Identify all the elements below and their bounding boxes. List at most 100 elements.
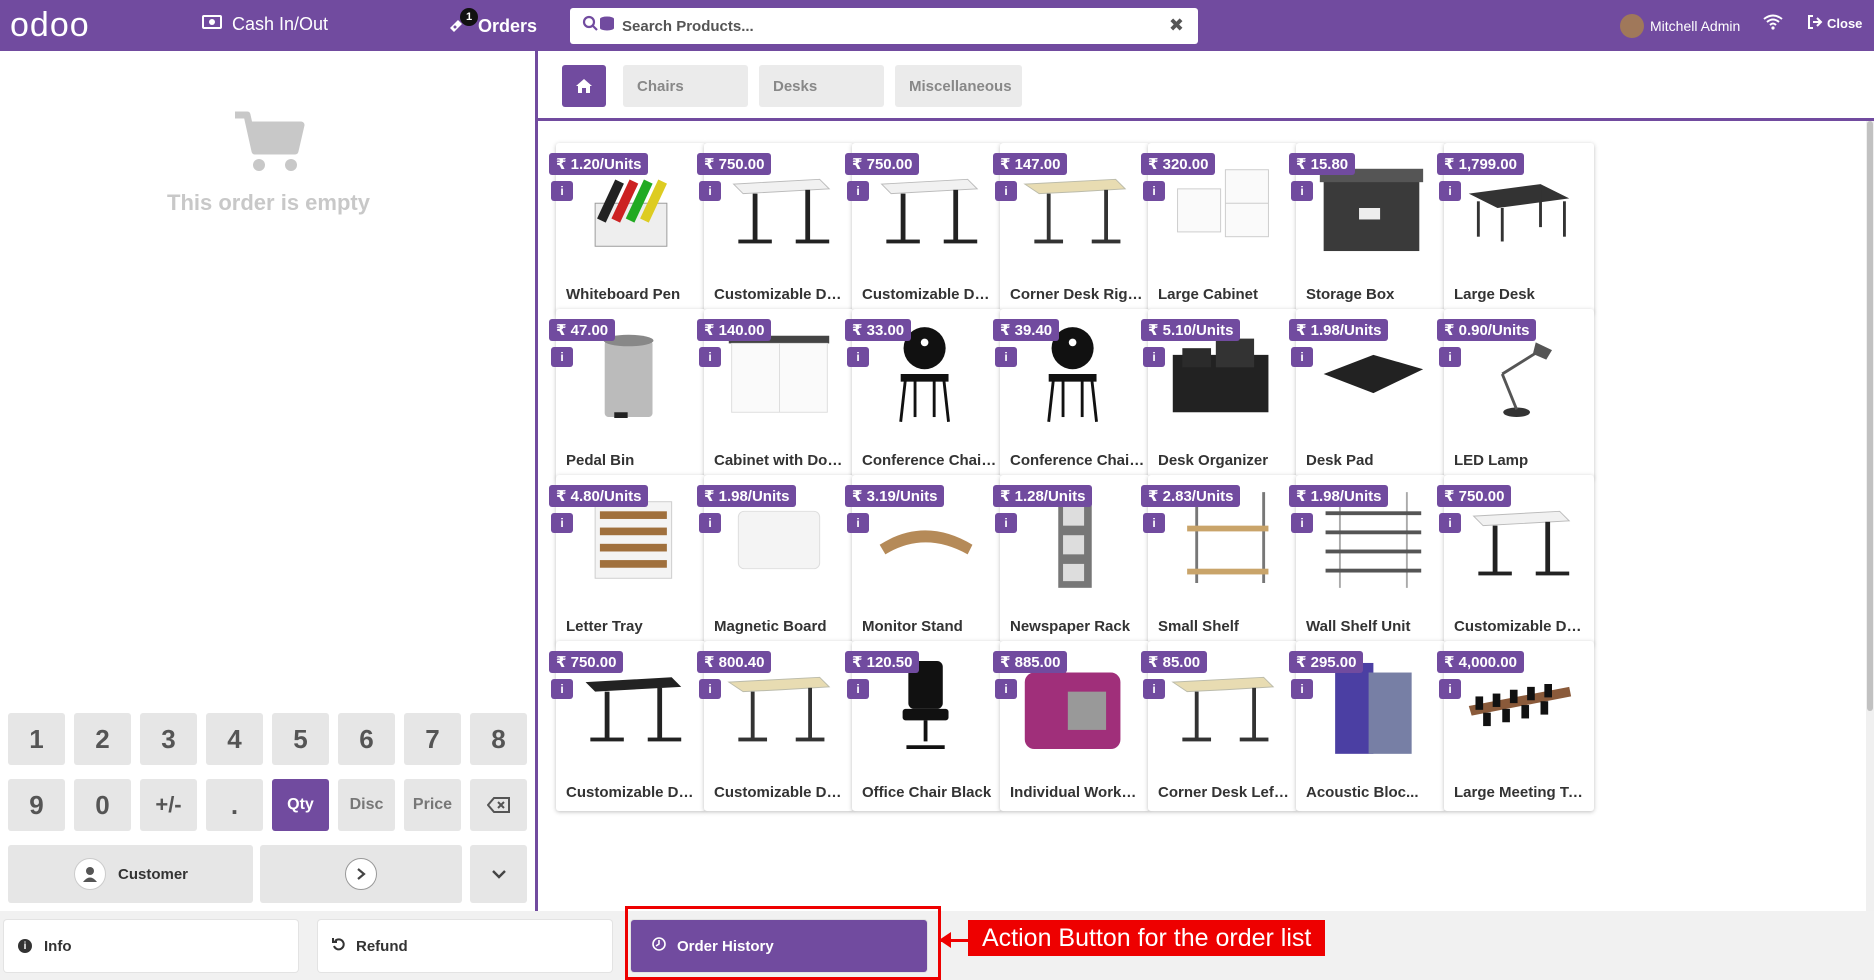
product-info-icon[interactable]: i [1439,347,1461,367]
more-options-button[interactable] [470,845,527,903]
numpad-key-3[interactable]: 3 [140,713,197,765]
product-card[interactable]: ₹ 39.40 i Conference Chair... [993,309,1150,479]
product-name: Newspaper Rack [1010,618,1131,635]
product-info-icon[interactable]: i [847,181,869,201]
backspace-button[interactable] [470,779,527,831]
product-card[interactable]: ₹ 885.00 i Individual Workplace [993,641,1150,811]
numpad-key-7[interactable]: 7 [404,713,461,765]
product-card[interactable]: ₹ 4.80/Units i Letter Tray [549,475,706,645]
product-info-icon[interactable]: i [1291,513,1313,533]
product-info-icon[interactable]: i [1143,181,1165,201]
product-info-icon[interactable]: i [1439,679,1461,699]
product-card[interactable]: ₹ 4,000.00 i Large Meeting Table [1437,641,1594,811]
numpad-key-6[interactable]: 6 [338,713,395,765]
product-info-icon[interactable]: i [1143,347,1165,367]
close-button[interactable]: Close [1807,15,1862,32]
product-card[interactable]: ₹ 147.00 i Corner Desk Right... [993,143,1150,313]
numpad-key-5[interactable]: 5 [272,713,329,765]
product-info-icon[interactable]: i [551,181,573,201]
product-info-icon[interactable]: i [699,679,721,699]
product-card[interactable]: ₹ 140.00 i Cabinet with Doors [697,309,854,479]
numpad-key-0[interactable]: 0 [74,779,131,831]
product-info-icon[interactable]: i [1143,513,1165,533]
product-price-tag: ₹ 1.98/Units [1289,485,1389,507]
numpad-key-plus-minus[interactable]: +/- [140,779,197,831]
product-name: Corner Desk Left Sit [1158,784,1293,801]
product-info-icon[interactable]: i [995,679,1017,699]
numpad-key-4[interactable]: 4 [206,713,263,765]
numpad-key-1[interactable]: 1 [8,713,65,765]
home-category-button[interactable] [562,65,606,107]
product-info-icon[interactable]: i [847,513,869,533]
numpad-key-decimal[interactable]: . [206,779,263,831]
product-price-tag: ₹ 39.40 [993,319,1060,341]
category-desks[interactable]: Desks [759,65,884,107]
product-info-icon[interactable]: i [847,679,869,699]
product-info-icon[interactable]: i [699,347,721,367]
product-card[interactable]: ₹ 750.00 i Customizable Des... [549,641,706,811]
product-price-tag: ₹ 147.00 [993,153,1068,175]
product-card[interactable]: ₹ 1.98/Units i Magnetic Board [697,475,854,645]
numpad-key-8[interactable]: 8 [470,713,527,765]
product-card[interactable]: ₹ 0.90/Units i LED Lamp [1437,309,1594,479]
qty-mode-button[interactable]: Qty [272,779,329,831]
info-button[interactable]: i Info [4,920,298,972]
product-card[interactable]: ₹ 750.00 i Customizable Des... [845,143,1002,313]
product-card[interactable]: ₹ 85.00 i Corner Desk Left Sit [1141,641,1298,811]
product-card[interactable]: ₹ 15.80 i Storage Box [1289,143,1446,313]
product-card[interactable]: ₹ 1.20/Units i Whiteboard Pen [549,143,706,313]
product-card[interactable]: ₹ 33.00 i Conference Chair... [845,309,1002,479]
product-info-icon[interactable]: i [551,679,573,699]
product-info-icon[interactable]: i [699,513,721,533]
product-info-icon[interactable]: i [1291,347,1313,367]
product-info-icon[interactable]: i [699,181,721,201]
product-card[interactable]: ₹ 1.98/Units i Desk Pad [1289,309,1446,479]
product-card[interactable]: ₹ 2.83/Units i Small Shelf [1141,475,1298,645]
product-card[interactable]: ₹ 3.19/Units i Monitor Stand [845,475,1002,645]
category-miscellaneous[interactable]: Miscellaneous [895,65,1022,107]
product-card[interactable]: ₹ 750.00 i Customizable Des... [1437,475,1594,645]
product-card[interactable]: ₹ 320.00 i Large Cabinet [1141,143,1298,313]
customer-button[interactable]: Customer [8,845,253,903]
product-card[interactable]: ₹ 47.00 i Pedal Bin [549,309,706,479]
product-info-icon[interactable]: i [1439,513,1461,533]
product-info-icon[interactable]: i [995,347,1017,367]
product-card[interactable]: ₹ 1.98/Units i Wall Shelf Unit [1289,475,1446,645]
cash-in-out-button[interactable]: Cash In/Out [202,14,328,35]
product-info-icon[interactable]: i [1291,181,1313,201]
product-info-icon[interactable]: i [995,181,1017,201]
product-info-icon[interactable]: i [551,513,573,533]
search-products-input[interactable]: Search Products... ✖ [570,8,1198,44]
numpad-key-2[interactable]: 2 [74,713,131,765]
product-price-tag: ₹ 1,799.00 [1437,153,1524,175]
product-name: Large Meeting Table [1454,784,1589,801]
product-info-icon[interactable]: i [1291,679,1313,699]
refund-button[interactable]: Refund [318,920,612,972]
top-bar: odoo Cash In/Out 1 Orders Search Product… [0,0,1874,51]
disc-mode-button[interactable]: Disc [338,779,395,831]
product-info-icon[interactable]: i [1143,679,1165,699]
product-card[interactable]: ₹ 295.00 i Acoustic Bloc... [1289,641,1446,811]
product-scrollbar[interactable] [1866,121,1874,911]
user-menu[interactable]: Mitchell Admin [1620,14,1740,38]
orders-button[interactable]: 1 Orders [448,8,537,39]
product-info-icon[interactable]: i [995,513,1017,533]
category-chairs[interactable]: Chairs [623,65,748,107]
cash-in-out-label: Cash In/Out [232,14,329,34]
product-info-icon[interactable]: i [847,347,869,367]
scroll-thumb[interactable] [1867,121,1873,711]
clear-search-icon[interactable]: ✖ [1169,15,1184,36]
product-card[interactable]: ₹ 750.00 i Customizable Des... [697,143,854,313]
product-name: Conference Chair... [1010,452,1145,469]
numpad-key-9[interactable]: 9 [8,779,65,831]
product-card[interactable]: ₹ 1,799.00 i Large Desk [1437,143,1594,313]
product-price-tag: ₹ 295.00 [1289,651,1364,673]
price-mode-button[interactable]: Price [404,779,461,831]
product-info-icon[interactable]: i [551,347,573,367]
product-card[interactable]: ₹ 120.50 i Office Chair Black [845,641,1002,811]
product-card[interactable]: ₹ 1.28/Units i Newspaper Rack [993,475,1150,645]
payment-button[interactable] [260,845,462,903]
product-info-icon[interactable]: i [1439,181,1461,201]
product-card[interactable]: ₹ 800.40 i Customizable Des... [697,641,854,811]
product-card[interactable]: ₹ 5.10/Units i Desk Organizer [1141,309,1298,479]
